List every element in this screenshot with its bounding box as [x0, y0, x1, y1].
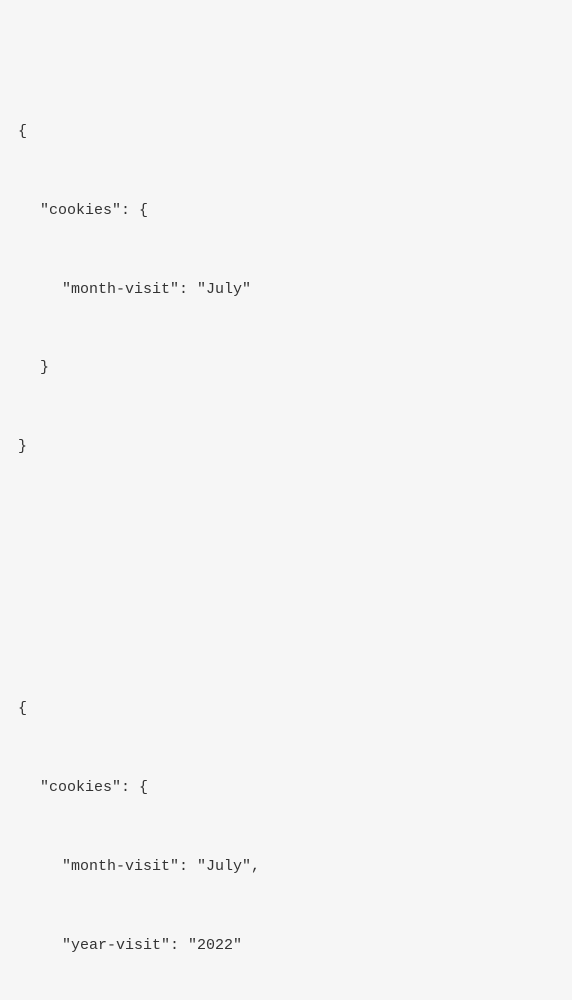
block-separator [18, 565, 554, 591]
json-object-1: { "cookies": { "month-visit": "July" } } [18, 67, 554, 513]
code-line: } [18, 434, 554, 460]
code-line: "cookies": { [18, 198, 554, 224]
code-line: "cookies": { [18, 775, 554, 801]
code-block: { "cookies": { "month-visit": "July" } }… [18, 14, 554, 1000]
code-line: "year-visit": "2022" [18, 933, 554, 959]
code-line: { [18, 696, 554, 722]
code-line: "month-visit": "July" [18, 277, 554, 303]
code-line: } [18, 355, 554, 381]
code-line: { [18, 119, 554, 145]
code-line: "month-visit": "July", [18, 854, 554, 880]
json-object-2: { "cookies": { "month-visit": "July", "y… [18, 644, 554, 1000]
